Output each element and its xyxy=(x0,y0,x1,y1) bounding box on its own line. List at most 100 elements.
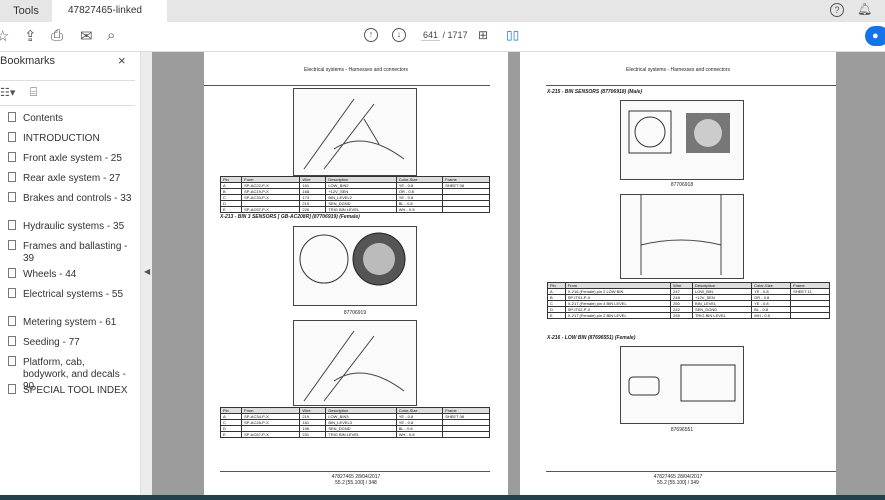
tab-tools[interactable]: Tools xyxy=(0,0,52,22)
bookmark-label: Rear axle system - 27 xyxy=(23,173,121,184)
bookmark-item[interactable]: SPECIAL TOOL INDEX xyxy=(8,384,138,397)
table-cell: WH - 0.8 xyxy=(395,431,444,438)
bookmark-icon xyxy=(8,112,16,122)
pin-table-1: Pin From Wire Description Color-Size Frame A SP… xyxy=(219,176,490,213)
part-number: 87706919 xyxy=(343,310,367,316)
bookmark-label: Brakes and controls - 33 xyxy=(23,193,132,204)
page-header: Electrical systems - Harnesses and conne… xyxy=(626,67,730,73)
table-cell: E xyxy=(219,206,243,213)
harness-diagram xyxy=(293,88,417,176)
zoom-icon[interactable]: ⌕ xyxy=(107,27,115,44)
pin-table: Pin From Wire Description Color-Size Frame A X-… xyxy=(547,282,830,319)
table-cell: X-217 (Female) pin 2 BIN LEVEL xyxy=(564,312,672,319)
bookmark-icon xyxy=(8,316,16,326)
page-348: Electrical systems - Harnesses and conne… xyxy=(204,52,508,495)
taskbar xyxy=(0,495,885,500)
bookmark-label: Contents xyxy=(23,113,64,124)
harness-diagram-2 xyxy=(293,320,417,406)
bookmark-item[interactable]: Front axle system - 25 xyxy=(8,152,138,165)
bookmark-icon xyxy=(8,288,16,298)
table-cell: SP-AC57-P-X xyxy=(241,206,301,213)
bookmark-item[interactable]: Frames and ballasting - 39 xyxy=(8,240,133,265)
page-up-icon[interactable]: ↑ xyxy=(364,28,378,42)
mail-icon[interactable]: ✉ xyxy=(80,27,93,45)
bookmark-item[interactable]: Rear axle system - 27 xyxy=(8,172,138,185)
bookmark-item[interactable]: Metering system - 61 xyxy=(8,316,138,329)
bookmark-item[interactable]: Wheels - 44 xyxy=(8,268,138,281)
bookmark-icon xyxy=(8,384,16,394)
bookmarks-toolbar: ☷▾ ⌸ xyxy=(0,80,135,106)
table-cell: E xyxy=(219,431,243,438)
part-number-2: 87696551 xyxy=(670,427,694,433)
bookmark-item[interactable]: Hydraulic systems - 35 xyxy=(8,220,138,233)
print-icon[interactable]: ⎙ xyxy=(51,27,63,44)
cloud-upload-icon[interactable]: ⇪ xyxy=(24,27,37,45)
connector-caption: X-213 - BIN 3 SENSORS [ GB-AC208R] (8770… xyxy=(220,214,360,220)
table-cell xyxy=(442,431,490,438)
table-cell: TRIG BIN LEVEL xyxy=(325,206,397,213)
bookmark-label: Front axle system - 25 xyxy=(23,153,122,164)
connector-caption: X-215 - BIN SENSORS (87706918) (Male) xyxy=(547,89,643,95)
bookmark-search-icon[interactable]: ⌸ xyxy=(30,85,37,100)
page-349: Electrical systems - Harnesses and conne… xyxy=(520,52,836,495)
bookmark-label: Wheels - 44 xyxy=(23,269,77,280)
table-cell: 226 xyxy=(299,206,327,213)
page-header: Electrical systems - Harnesses and conne… xyxy=(304,67,408,73)
tab-bar: Tools 47827465-linked pd...× ? 🔔︎ xyxy=(0,0,885,39)
table-cell: 231 xyxy=(299,431,327,438)
star-icon[interactable]: ☆ xyxy=(0,27,9,45)
table-cell xyxy=(442,206,490,213)
user-icon: ● xyxy=(872,30,879,42)
table-cell: E xyxy=(547,312,566,319)
bookmark-icon xyxy=(8,192,16,202)
bookmark-label: Seeding - 77 xyxy=(23,337,80,348)
table-row: E X-217 (Female) pin 2 BIN LEVEL 255 TRIG B… xyxy=(547,312,830,319)
fit-page-icon[interactable]: ⊞ xyxy=(478,28,488,42)
page-down-icon[interactable]: ↓ xyxy=(392,28,406,42)
close-panel-icon[interactable]: × xyxy=(118,53,126,68)
table-cell: WH - 0.5 xyxy=(751,312,792,319)
part-number: 87706918 xyxy=(670,182,694,188)
table-cell: SP-AC67-P-X xyxy=(241,431,301,438)
harness-diagram xyxy=(620,194,744,279)
bookmark-item[interactable]: Electrical systems - 55 xyxy=(8,288,133,301)
bookmark-icon xyxy=(8,356,16,366)
bookmark-item[interactable]: Contents xyxy=(8,112,138,125)
connector-caption-2: X-216 - LOW BIN (87696551) (Female) xyxy=(547,335,636,341)
bookmark-icon xyxy=(8,152,16,162)
tab-document[interactable]: 47827465-linked pd...× xyxy=(52,0,167,39)
bell-icon[interactable]: 🔔︎ xyxy=(857,2,872,16)
table-cell: TRIG BIN LEVEL xyxy=(691,312,753,319)
bookmark-label: Frames and ballasting - 39 xyxy=(23,241,128,264)
table-cell: TRIG BIN LEVEL xyxy=(325,431,397,438)
bookmark-item[interactable]: Brakes and controls - 33 xyxy=(8,192,133,205)
table-row: E SP-AC57-P-X 226 TRIG BIN LEVEL WH - 0.5 xyxy=(219,206,490,213)
page-footer-number: 55.2 [55.100] / 348 xyxy=(335,480,377,486)
table-cell: WH - 0.5 xyxy=(395,206,444,213)
bookmark-label: INTRODUCTION xyxy=(23,133,100,144)
page-number-input[interactable]: 641 xyxy=(421,30,441,41)
bookmark-item[interactable]: Seeding - 77 xyxy=(8,336,138,349)
page-navigator: 641 / 1717 xyxy=(421,30,468,41)
table-row: E SP-AC67-P-X 231 TRIG BIN LEVEL WH - 0.8 xyxy=(219,431,490,438)
table-cell: 255 xyxy=(670,312,693,319)
bookmark-icon xyxy=(8,132,16,142)
connector-diagram xyxy=(293,226,417,306)
share-button[interactable]: ● xyxy=(865,26,885,46)
collapse-panel-icon[interactable]: ◀ xyxy=(144,267,150,276)
bookmark-icon xyxy=(8,172,16,182)
bookmark-icon xyxy=(8,240,16,250)
table-cell xyxy=(790,312,830,319)
bookmark-label: Hydraulic systems - 35 xyxy=(23,221,125,232)
bookmark-icon xyxy=(8,268,16,278)
pin-table-2: Pin From Wire Description Color-Size Frame A SP… xyxy=(219,407,490,438)
bookmarks-title: Bookmarks xyxy=(0,55,56,67)
options-menu-icon[interactable]: ☷▾ xyxy=(0,86,15,99)
page-total: / 1717 xyxy=(442,30,468,40)
bookmark-item[interactable]: INTRODUCTION xyxy=(8,132,138,145)
connector-diagram-2 xyxy=(620,346,744,424)
connector-diagram xyxy=(620,100,744,180)
bookmark-label: Electrical systems - 55 xyxy=(23,289,124,300)
two-page-view-icon[interactable]: ▯▯ xyxy=(506,28,519,42)
help-icon[interactable]: ? xyxy=(830,3,844,17)
